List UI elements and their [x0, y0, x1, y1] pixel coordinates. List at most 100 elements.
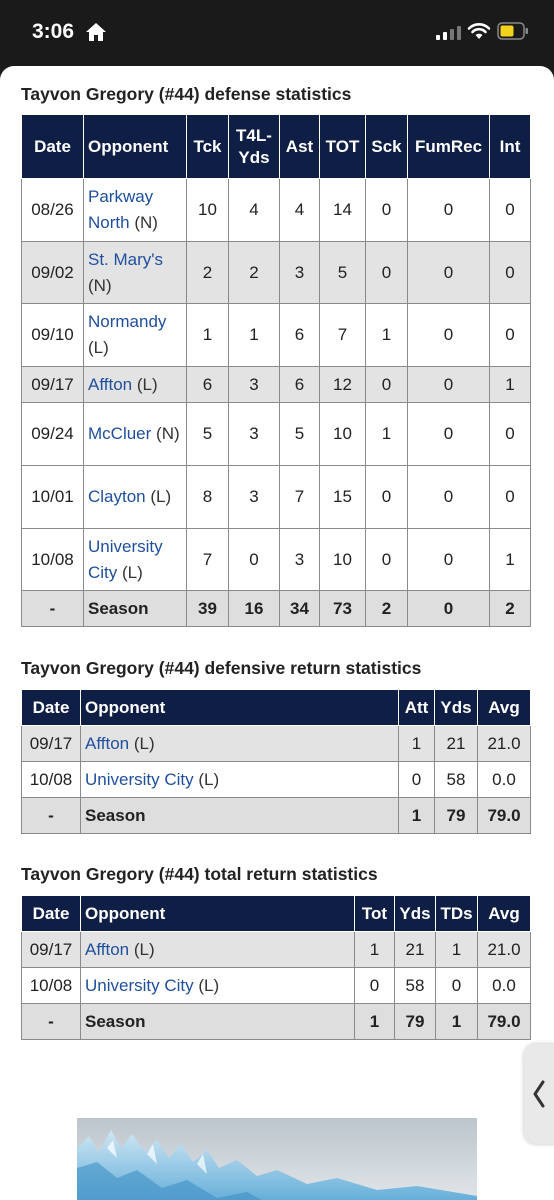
ast-cell: 5 [279, 402, 320, 466]
opponent-cell: Parkway North (N) [83, 178, 187, 242]
t4l-cell: 1 [228, 303, 280, 367]
tck-cell: 7 [186, 528, 229, 591]
t4l-cell: 3 [228, 402, 280, 466]
location-tag: (L) [122, 562, 143, 582]
date-link[interactable]: 10/08 [21, 967, 81, 1004]
col-date: Date [21, 689, 81, 726]
total-date: - [21, 1003, 81, 1040]
opponent-link[interactable]: Affton [88, 375, 132, 394]
ast-cell: 4 [279, 178, 320, 242]
total-return-stats-title: Tayvon Gregory (#44) total return statis… [21, 864, 378, 884]
table-row: 10/01 Clayton (L) 8 3 7 15 0 0 0 [21, 465, 531, 529]
date-link[interactable]: 09/17 [21, 366, 84, 403]
total-int: 2 [489, 590, 531, 627]
total-tck: 39 [186, 590, 229, 627]
location-tag: (N) [134, 213, 158, 232]
battery-icon [497, 22, 528, 40]
opponent-cell: McCluer (N) [83, 402, 187, 466]
date-link[interactable]: 10/01 [21, 465, 84, 529]
glacier-image[interactable] [77, 1118, 477, 1200]
table-row: 10/08 University City (L) 0 58 0.0 [21, 761, 531, 798]
date-link[interactable]: 09/02 [21, 241, 84, 304]
date-link[interactable]: 08/26 [21, 178, 84, 242]
tot-cell: 7 [319, 303, 366, 367]
opponent-link[interactable]: Clayton [88, 487, 146, 506]
fumrec-cell: 0 [407, 402, 490, 466]
opponent-cell: Affton (L) [80, 725, 399, 762]
total-tds: 1 [435, 1003, 478, 1040]
opponent-link[interactable]: St. Mary's [88, 250, 163, 269]
table-row: 09/17 Affton (L) 1 21 1 21.0 [21, 931, 531, 968]
ast-cell: 3 [279, 528, 320, 591]
table-row: 10/08 University City (L) 0 58 0 0.0 [21, 967, 531, 1004]
location-tag: (L) [150, 487, 172, 506]
col-tot: Tot [354, 895, 395, 932]
avg-cell: 0.0 [477, 967, 531, 1004]
int-cell: 0 [489, 241, 531, 304]
opponent-link[interactable]: Affton [85, 940, 129, 959]
tck-cell: 5 [186, 402, 229, 466]
date-link[interactable]: 09/24 [21, 402, 84, 466]
tot-cell: 10 [319, 402, 366, 466]
total-tot: 1 [354, 1003, 395, 1040]
glacier-illustration [77, 1118, 477, 1200]
table-row: 09/24 McCluer (N) 5 3 5 10 1 0 0 [21, 402, 531, 466]
avg-cell: 0.0 [477, 761, 531, 798]
opponent-link[interactable]: Affton [85, 734, 129, 753]
sck-cell: 0 [365, 528, 408, 591]
total-ast: 34 [279, 590, 320, 627]
yds-cell: 58 [434, 761, 478, 798]
date-link[interactable]: 10/08 [21, 528, 84, 591]
tds-cell: 0 [435, 967, 478, 1004]
int-cell: 0 [489, 402, 531, 466]
tck-cell: 1 [186, 303, 229, 367]
int-cell: 1 [489, 528, 531, 591]
tck-cell: 8 [186, 465, 229, 529]
opponent-cell: University City (L) [80, 761, 399, 798]
col-opponent: Opponent [80, 895, 355, 932]
opponent-link[interactable]: University City [85, 976, 194, 995]
tot-cell: 14 [319, 178, 366, 242]
date-link[interactable]: 09/17 [21, 931, 81, 968]
date-link[interactable]: 10/08 [21, 761, 81, 798]
season-label: Season [80, 797, 399, 834]
fumrec-cell: 0 [407, 465, 490, 529]
fumrec-cell: 0 [407, 528, 490, 591]
tot-cell: 10 [319, 528, 366, 591]
tot-cell: 5 [319, 241, 366, 304]
t4l-cell: 3 [228, 465, 280, 529]
page-content: Tayvon Gregory (#44) defense statistics … [0, 66, 554, 1200]
tck-cell: 10 [186, 178, 229, 242]
col-tds: TDs [435, 895, 478, 932]
defensive-return-stats-table: Date Opponent Att Yds Avg 09/17 Affton (… [21, 689, 531, 834]
total-att: 1 [398, 797, 435, 834]
opponent-cell: Affton (L) [80, 931, 355, 968]
table-row: 08/26 Parkway North (N) 10 4 4 14 0 0 0 [21, 178, 531, 242]
col-tck: Tck [186, 114, 229, 179]
location-tag: (N) [88, 275, 112, 295]
location-tag: (N) [156, 424, 180, 443]
total-avg: 79.0 [477, 797, 531, 834]
opponent-link[interactable]: Normandy [88, 312, 166, 331]
defensive-return-stats-title: Tayvon Gregory (#44) defensive return st… [21, 658, 422, 678]
chevron-left-icon [533, 1080, 545, 1108]
total-return-stats-table: Date Opponent Tot Yds TDs Avg 09/17 Afft… [21, 895, 531, 1040]
home-icon [86, 23, 106, 41]
signal-icon [436, 26, 461, 40]
location-tag: (L) [136, 374, 158, 394]
col-opponent: Opponent [80, 689, 399, 726]
date-link[interactable]: 09/10 [21, 303, 84, 367]
season-total-row: - Season 39 16 34 73 2 0 2 [21, 590, 531, 627]
edge-swipe-handle[interactable] [524, 1044, 554, 1144]
opponent-link[interactable]: McCluer [88, 424, 151, 443]
tot-cell: 15 [319, 465, 366, 529]
att-cell: 0 [398, 761, 435, 798]
yds-cell: 21 [394, 931, 436, 968]
tck-cell: 2 [186, 241, 229, 304]
location-tag: (L) [198, 975, 220, 995]
table-row: 09/17 Affton (L) 6 3 6 12 0 0 1 [21, 366, 531, 403]
col-t4l-yds: T4L-Yds [228, 114, 280, 179]
date-link[interactable]: 09/17 [21, 725, 81, 762]
sck-cell: 0 [365, 366, 408, 403]
opponent-link[interactable]: University City [85, 770, 194, 789]
